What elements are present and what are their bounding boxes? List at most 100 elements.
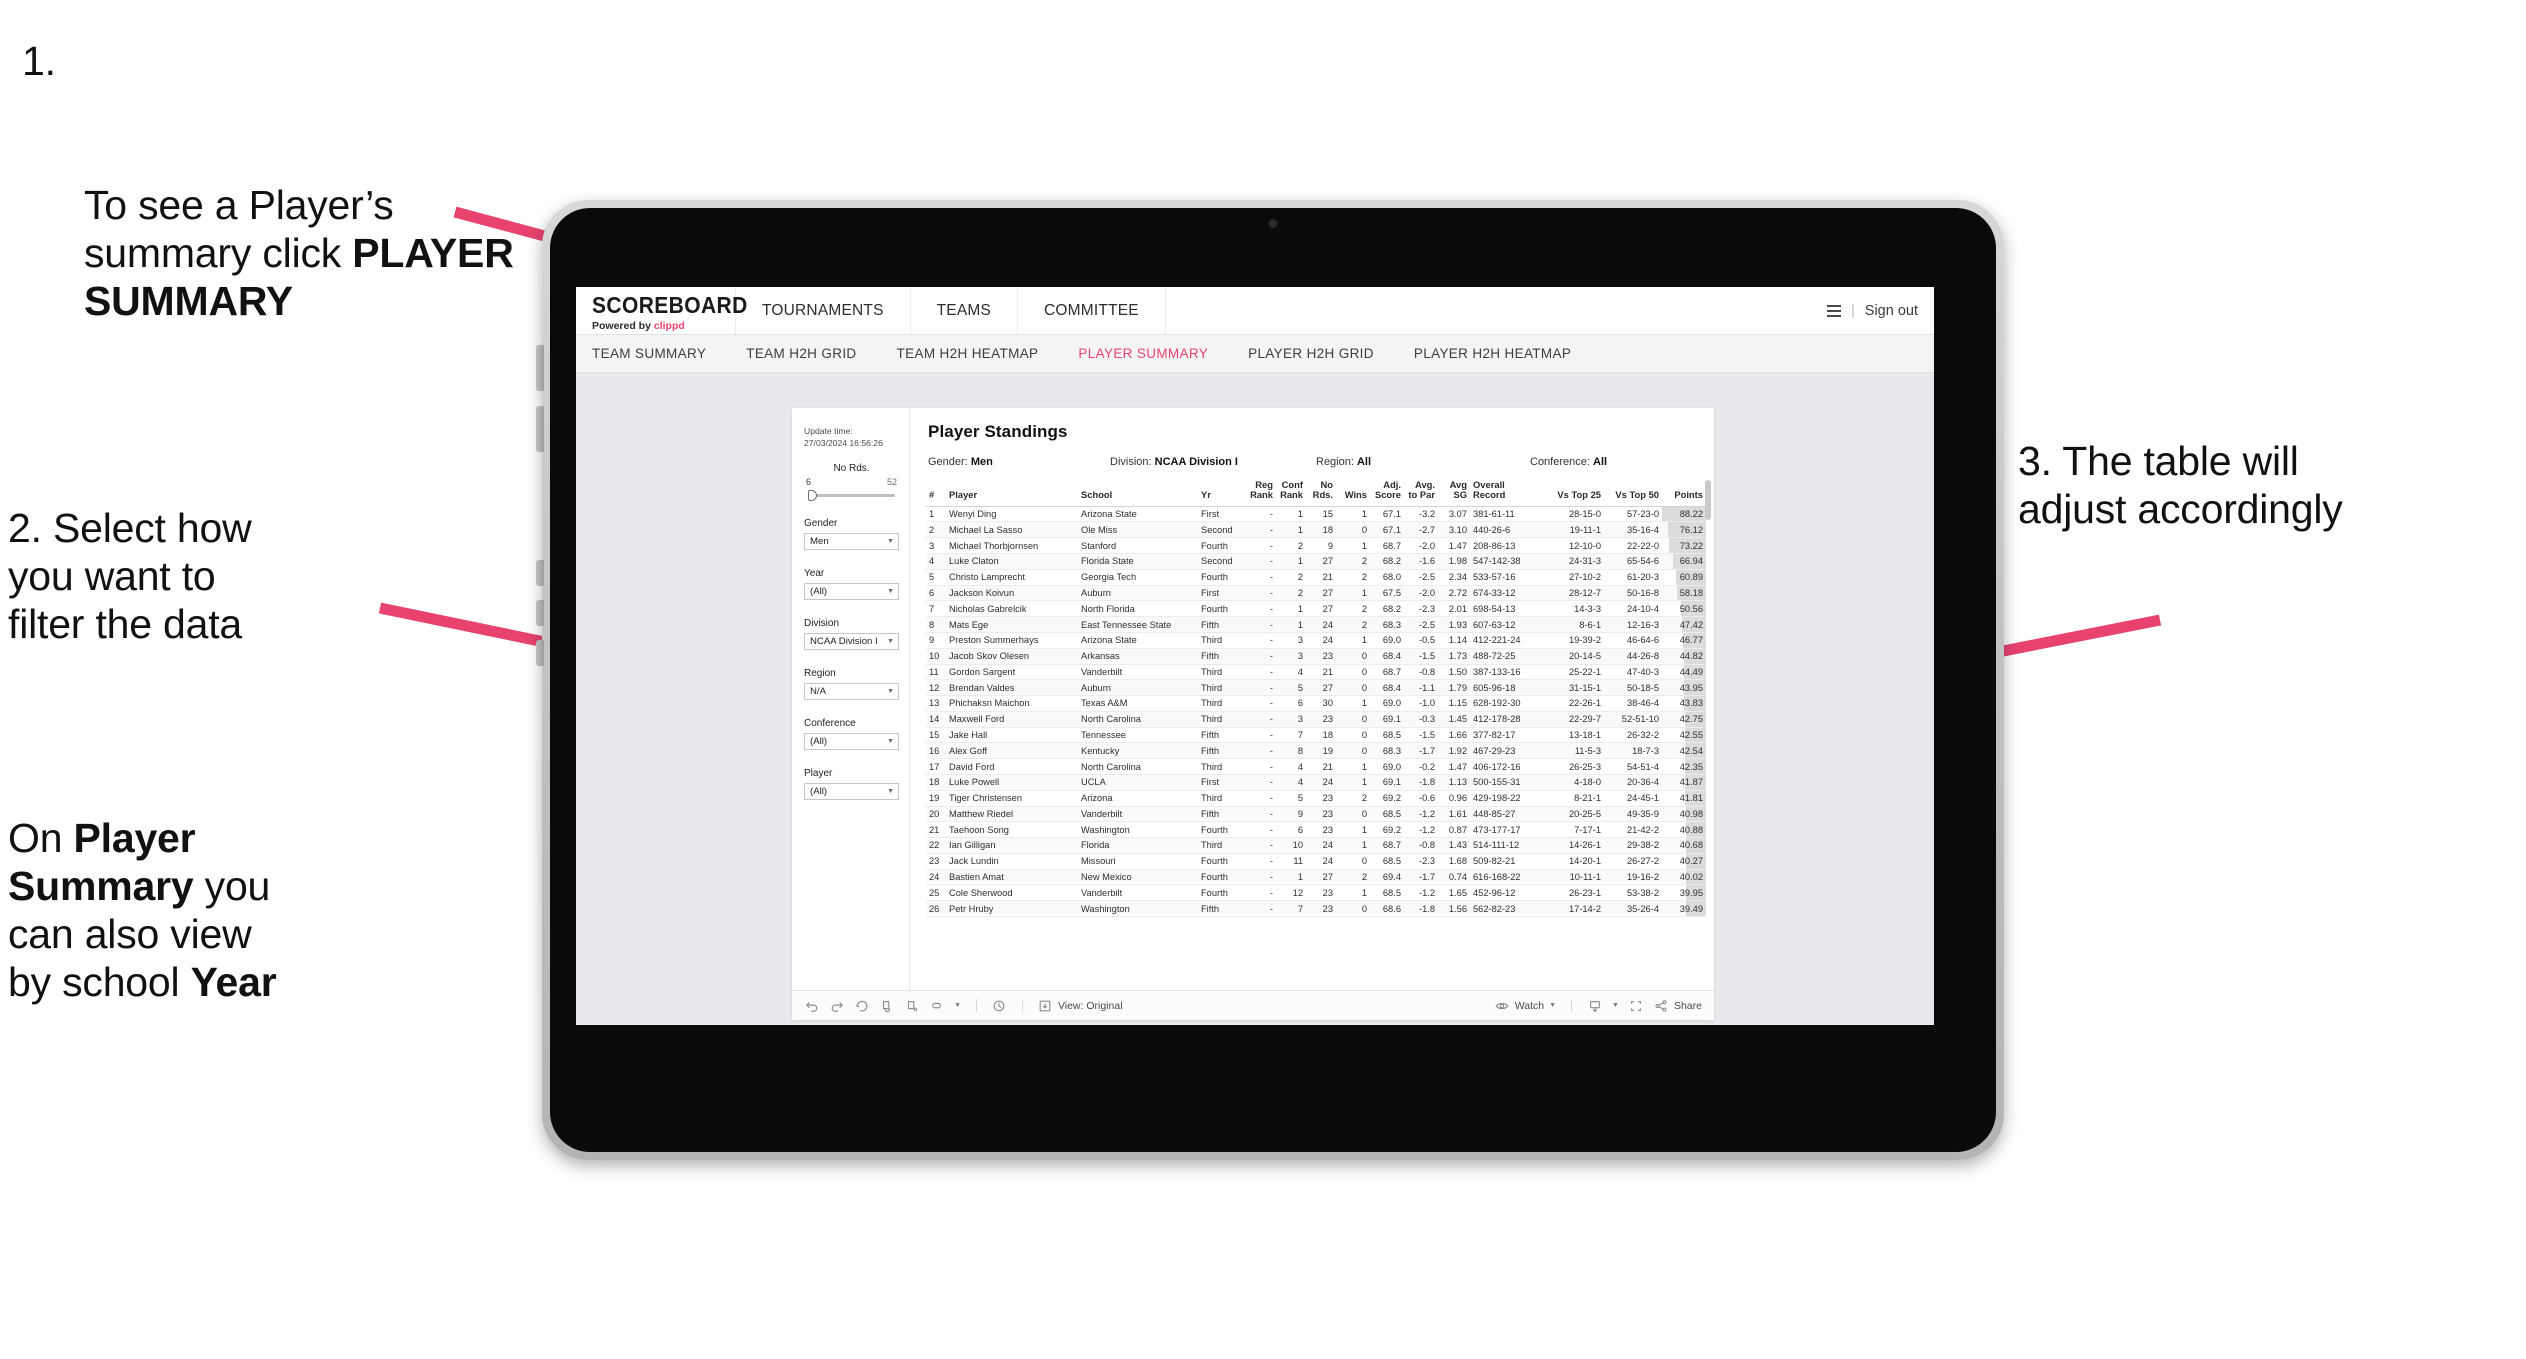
update-time-value: 27/03/2024 16:56:26 <box>804 437 883 448</box>
table-row[interactable]: 15 Jake Hall Tennessee Fifth -7 18 0 68.5 -1.5 1.… <box>926 727 1706 744</box>
column-header[interactable]: Adj. Score <box>1370 478 1404 507</box>
column-header[interactable]: Overall Record <box>1470 478 1546 507</box>
filter-conference-select[interactable]: (All) ▼ <box>804 733 899 751</box>
redo-icon[interactable] <box>829 998 844 1013</box>
workspace: Update time: 27/03/2024 16:56:26 No Rds.… <box>576 373 1934 1025</box>
table-cell: Tennessee <box>1078 727 1198 744</box>
export-icon[interactable] <box>1587 998 1602 1013</box>
table-row[interactable]: 1 Wenyi Ding Arizona State First -1 15 1 67.1 -3… <box>926 506 1706 523</box>
table-cell: 11-5-3 <box>1546 742 1604 760</box>
nav-tab-teams[interactable]: TEAMS <box>911 287 1019 334</box>
table-row[interactable]: 22 Ian Gilligan Florida Third -10 24 1 68.7 -0.8… <box>926 837 1706 854</box>
slider-handle[interactable] <box>808 490 817 502</box>
vertical-scrollbar[interactable] <box>1705 480 1711 520</box>
table-cell: -3.2 <box>1404 506 1438 523</box>
table-scroll-area[interactable]: # Player School Yr Reg Rank Conf Rank No Rds. Wins… <box>910 478 1714 990</box>
table-row[interactable]: 12 Brendan Valdes Auburn Third -5 27 0 68.4 -1.1… <box>926 679 1706 697</box>
table-row[interactable]: 24 Bastien Amat New Mexico Fourth -1 27 2 69.4-… <box>926 869 1706 886</box>
table-cell: 14-26-1 <box>1546 837 1604 854</box>
column-header[interactable]: Vs Top 25 <box>1546 478 1604 507</box>
table-row[interactable]: 20 Matthew Riedel Vanderbilt Fifth -9 23 0 68.5… <box>926 806 1706 823</box>
meta-conference: Conference: All <box>1530 456 1607 468</box>
table-row[interactable]: 10 Jacob Skov Olesen Arkansas Fifth -3 23 0 68.… <box>926 648 1706 665</box>
column-header[interactable]: No Rds. <box>1306 478 1336 507</box>
fullscreen-icon[interactable] <box>1629 998 1644 1013</box>
stop-icon[interactable] <box>929 998 944 1013</box>
table-row[interactable]: 8 Mats Ege East Tennessee State Fifth -1 24 2 6… <box>926 616 1706 633</box>
table-row[interactable]: 4 Luke Claton Florida State Second -1 27 2 68.2… <box>926 553 1706 570</box>
brand-powered-prefix: Powered by <box>592 320 654 332</box>
tab-player-summary[interactable]: PLAYER SUMMARY <box>1078 346 1230 361</box>
table-row[interactable]: 18 Luke Powell UCLA First -4 24 1 69.1 -1.8 1.13 5… <box>926 774 1706 791</box>
revert-icon[interactable] <box>854 998 869 1013</box>
nav-tab-tournaments[interactable]: TOURNAMENTS <box>736 287 911 334</box>
column-header[interactable]: Conf Rank <box>1276 478 1306 507</box>
table-row[interactable]: 23 Jack Lundin Missouri Fourth -11 24 0 68.5 -2.… <box>926 853 1706 870</box>
brand-logo[interactable]: SCOREBOARD Powered by clippd <box>576 287 747 334</box>
table-cell: 1 <box>1336 632 1370 649</box>
table-row[interactable]: 9 Preston Summerhays Arizona State Third -3 2… <box>926 632 1706 649</box>
pause-icon[interactable] <box>904 998 919 1013</box>
table-row[interactable]: 2 Michael La Sasso Ole Miss Second -1 18 0 67.1… <box>926 521 1706 539</box>
filter-gender-select[interactable]: Men ▼ <box>804 533 899 551</box>
filter-player-select[interactable]: (All) ▼ <box>804 783 899 801</box>
table-row[interactable]: 5 Christo Lamprecht Georgia Tech Fourth -2 21… <box>926 569 1706 586</box>
table-cell: 24 <box>1306 837 1336 854</box>
share-button[interactable]: Share <box>1654 998 1702 1013</box>
column-header[interactable]: # <box>926 478 946 507</box>
column-header[interactable]: Points <box>1662 478 1706 507</box>
table-cell: 23 <box>1306 884 1336 902</box>
table-row[interactable]: 11 Gordon Sargent Vanderbilt Third -4 21 0 68.7… <box>926 664 1706 681</box>
view-original-button[interactable]: View: Original <box>1038 998 1123 1013</box>
column-header[interactable]: Reg Rank <box>1246 478 1276 507</box>
table-cell: 26-32-2 <box>1604 727 1662 744</box>
no-rounds-slider[interactable] <box>804 490 899 502</box>
tab-team-summary[interactable]: TEAM SUMMARY <box>592 346 728 361</box>
menu-icon[interactable] <box>1827 304 1841 317</box>
tab-team-h2h-grid[interactable]: TEAM H2H GRID <box>746 346 878 361</box>
undo-icon[interactable] <box>804 998 819 1013</box>
table-row[interactable]: 26 Petr Hruby Washington Fifth -7 23 0 68.6 -1.8… <box>926 900 1706 917</box>
tab-player-h2h-heatmap[interactable]: PLAYER H2H HEATMAP <box>1414 346 1593 361</box>
table-cell: 2 <box>1336 569 1370 586</box>
sign-out-link[interactable]: Sign out <box>1865 303 1918 319</box>
table-cell: Arizona <box>1078 790 1198 807</box>
chevron-down-icon[interactable]: ▼ <box>1612 1002 1619 1009</box>
tab-team-h2h-heatmap[interactable]: TEAM H2H HEATMAP <box>897 346 1061 361</box>
table-cell: 50-18-5 <box>1604 679 1662 697</box>
table-row[interactable]: 21 Taehoon Song Washington Fourth -6 23 1 69.2-… <box>926 821 1706 839</box>
column-header[interactable]: Player <box>946 478 1078 507</box>
table-cell: 3 <box>1276 648 1306 665</box>
watch-button[interactable]: Watch ▼ <box>1495 998 1556 1013</box>
chevron-down-icon[interactable]: ▼ <box>954 1002 961 1009</box>
table-cell: 0 <box>1336 679 1370 697</box>
table-row[interactable]: 7 Nicholas Gabrelcik North Florida Fourth -1… <box>926 600 1706 618</box>
table-row[interactable]: 13 Phichaksn Maichon Texas A&M Third -6 30 1 69… <box>926 695 1706 712</box>
refresh-data-icon[interactable] <box>879 998 894 1013</box>
column-header[interactable]: Avg. to Par <box>1404 478 1438 507</box>
tab-player-h2h-grid[interactable]: PLAYER H2H GRID <box>1248 346 1396 361</box>
column-header[interactable]: Avg SG <box>1438 478 1470 507</box>
filter-year-select[interactable]: (All) ▼ <box>804 583 899 601</box>
table-cell: Mats Ege <box>946 616 1078 633</box>
table-row[interactable]: 25 Cole Sherwood Vanderbilt Fourth -12 23 1 68.… <box>926 884 1706 902</box>
filter-region-select[interactable]: N/A ▼ <box>804 683 899 701</box>
table-row[interactable]: 14 Maxwell Ford North Carolina Third -3 23 0 69… <box>926 711 1706 728</box>
table-row[interactable]: 16 Alex Goff Kentucky Fifth -8 19 0 68.3 -1.7 1.9… <box>926 742 1706 760</box>
filter-division-value: NCAA Division I <box>810 636 878 648</box>
table-cell: 1 <box>1276 553 1306 570</box>
table-row[interactable]: 6 Jackson Koivun Auburn First -2 27 1 67.5 -2.0 2… <box>926 585 1706 602</box>
column-header[interactable]: Vs Top 50 <box>1604 478 1662 507</box>
table-cell: Jake Hall <box>946 727 1078 744</box>
tablet-button-volume-down[interactable] <box>536 406 544 452</box>
table-row[interactable]: 19 Tiger Christensen Arizona Third -5 23 2 69.2… <box>926 790 1706 807</box>
column-header[interactable]: Wins <box>1336 478 1370 507</box>
column-header[interactable]: Yr <box>1198 478 1246 507</box>
table-row[interactable]: 17 David Ford North Carolina Third -4 21 1 69.0… <box>926 758 1706 775</box>
tablet-button-volume-up[interactable] <box>536 345 544 391</box>
table-row[interactable]: 3 Michael Thorbjornsen Stanford Fourth -2 9 1 6… <box>926 537 1706 555</box>
history-icon[interactable] <box>992 998 1007 1013</box>
column-header[interactable]: School <box>1078 478 1198 507</box>
filter-division-select[interactable]: NCAA Division I ▼ <box>804 633 899 651</box>
nav-tab-committee[interactable]: COMMITTEE <box>1018 287 1166 334</box>
